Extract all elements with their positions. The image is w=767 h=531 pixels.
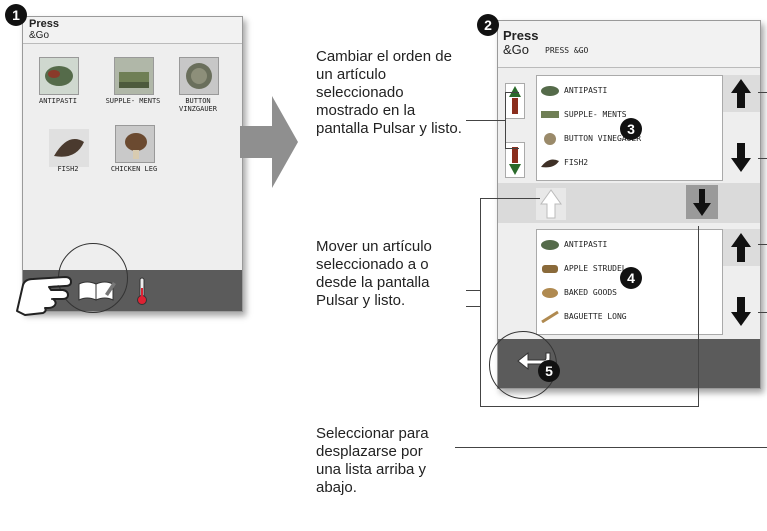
tile-antipasti[interactable] — [39, 57, 79, 95]
move-from-press-go-button[interactable] — [686, 185, 718, 219]
tile-button-vinzgauer[interactable] — [179, 57, 219, 95]
step-badge: 3 — [620, 118, 642, 140]
app-title: Press &Go — [29, 18, 59, 42]
tile-chicken-leg[interactable] — [115, 125, 155, 163]
list-item-label: FISH2 — [564, 158, 589, 167]
list-item-label: ANTIPASTI — [564, 86, 608, 95]
thermometer-icon[interactable] — [135, 276, 149, 311]
list-item[interactable]: ANTIPASTI — [537, 80, 722, 101]
scroll-description: Seleccionar para desplazarse por una lis… — [316, 425, 429, 496]
list-item[interactable]: FISH2 — [537, 152, 722, 173]
step-badge: 4 — [620, 267, 642, 289]
move-item-up-button[interactable] — [505, 83, 525, 119]
button-vinegauer-icon — [544, 133, 556, 145]
scroll-up-button[interactable] — [723, 229, 760, 266]
step-badge: 5 — [538, 360, 560, 382]
reorder-description: Cambiar el orden de un artículo seleccio… — [316, 48, 462, 137]
apple-strudel-icon — [542, 265, 558, 273]
step-badge: 1 — [5, 4, 27, 26]
tile-label: CHICKEN LEG — [110, 165, 158, 173]
baked-goods-icon — [542, 288, 558, 298]
list-item-label: APPLE STRUDEL — [564, 264, 627, 273]
pointing-hand-icon — [16, 276, 72, 316]
scroll-up-button[interactable] — [723, 75, 760, 112]
list-item-label: ANTIPASTI — [564, 240, 608, 249]
supplements-icon — [541, 111, 559, 118]
move-description: Mover un artículo seleccionado a o desde… — [316, 238, 432, 309]
fish-icon — [541, 159, 559, 168]
scroll-down-button[interactable] — [723, 139, 760, 176]
app-title: Press &Go — [503, 28, 539, 57]
transition-arrow-icon — [240, 96, 298, 188]
tile-label: ANTIPASTI — [39, 97, 77, 105]
list-item[interactable]: BAGUETTE LONG — [537, 306, 722, 327]
list-item-label: BAKED GOODS — [564, 288, 617, 297]
antipasti-icon — [541, 240, 559, 250]
step-badge: 2 — [477, 14, 499, 36]
tile-supplements[interactable] — [114, 57, 154, 95]
antipasti-icon — [541, 86, 559, 96]
tile-label: SUPPLE- MENTS — [105, 97, 161, 105]
scroll-down-button[interactable] — [723, 293, 760, 330]
screen-header: Press &Go — [23, 17, 242, 44]
list-item[interactable]: ANTIPASTI — [537, 234, 722, 255]
transfer-bar — [498, 183, 760, 223]
screen-header-text: PRESS &GO — [545, 46, 589, 55]
tile-fish2[interactable] — [49, 129, 89, 167]
move-to-press-go-button[interactable] — [536, 188, 566, 220]
tile-label: FISH2 — [57, 165, 79, 173]
list-item-label: BAGUETTE LONG — [564, 312, 627, 321]
list-item-label: SUPPLE- MENTS — [564, 110, 627, 119]
baguette-icon — [541, 310, 559, 323]
tile-label: BUTTON VINZGAUER — [179, 97, 217, 113]
screen-header: Press &Go PRESS &GO — [498, 21, 760, 68]
